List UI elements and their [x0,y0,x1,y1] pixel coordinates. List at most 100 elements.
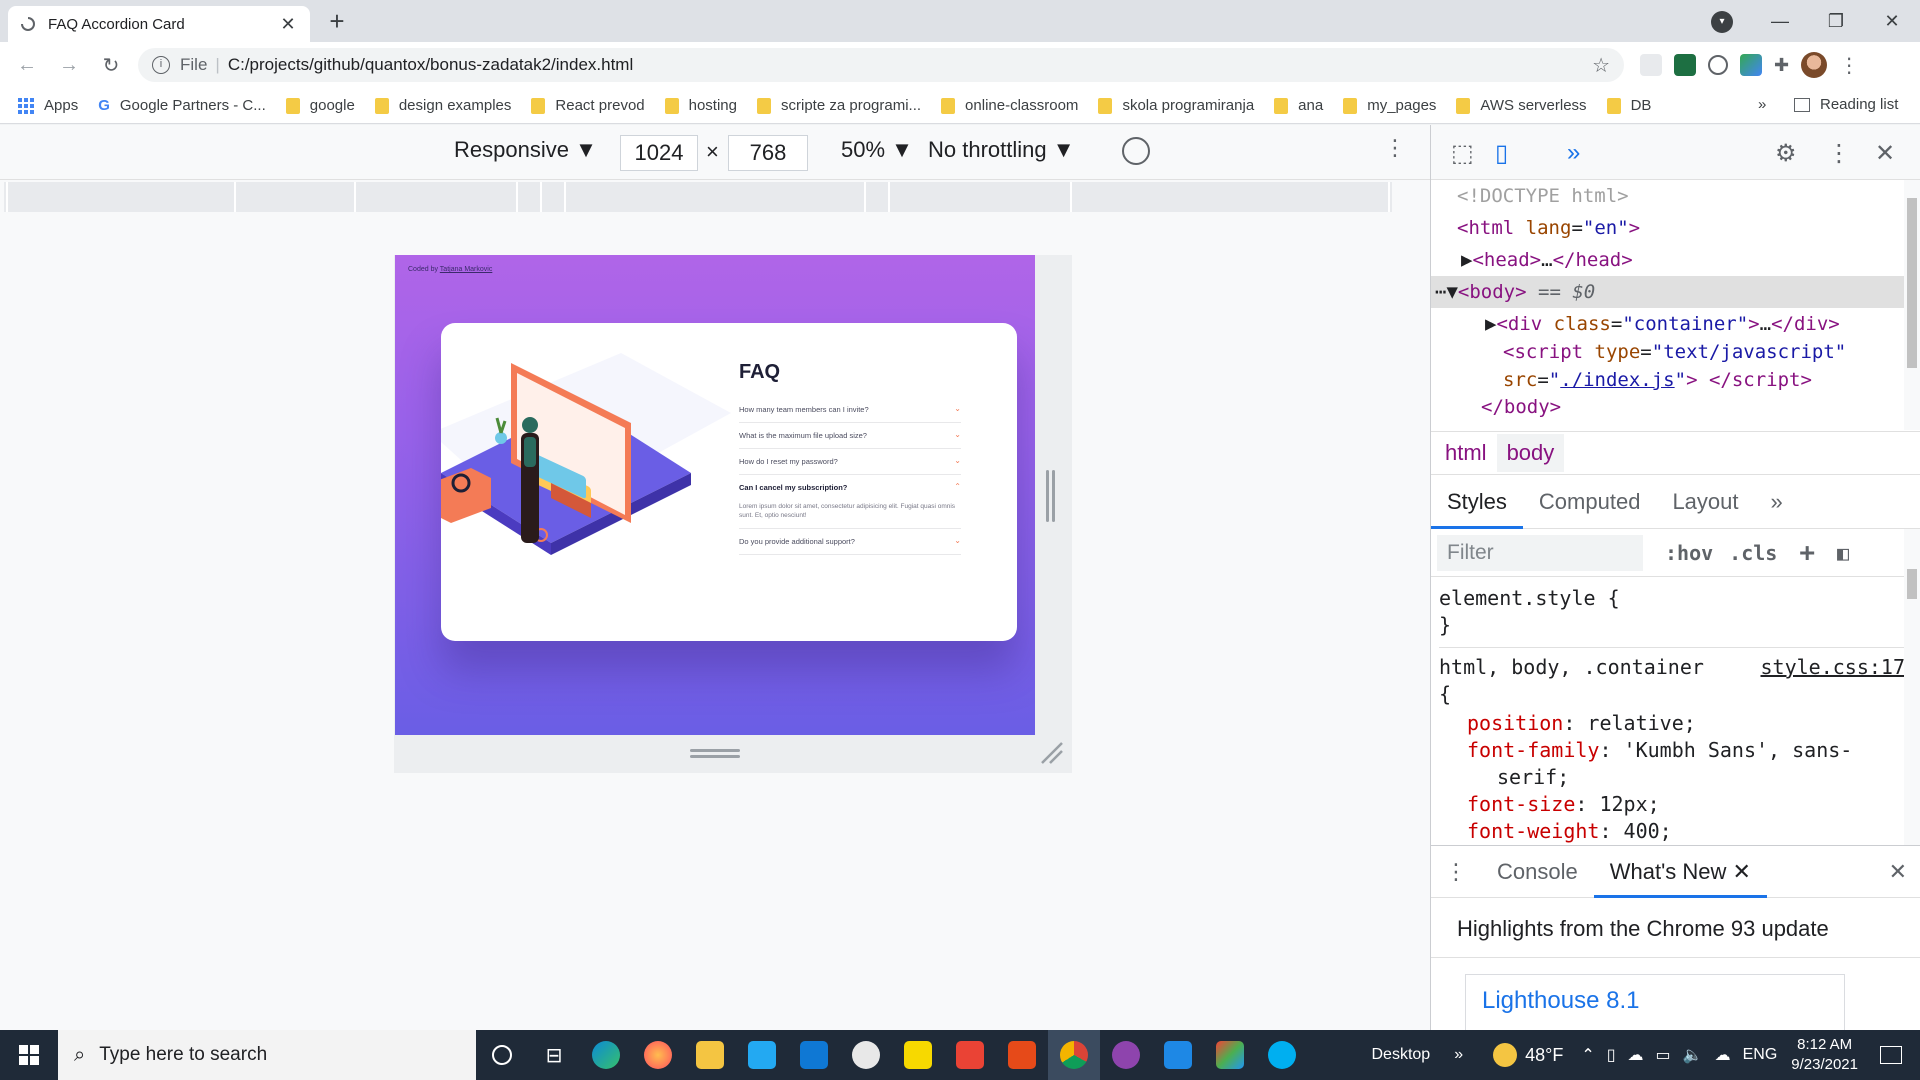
media-query-segment[interactable] [1070,182,1072,212]
faq-question[interactable]: Do you provide additional support? [739,537,961,546]
weather-icon[interactable] [1493,1043,1518,1067]
notifications-icon[interactable] [1880,1046,1902,1064]
device-toggle-icon[interactable]: ▯ [1495,139,1508,168]
chevron-down-icon[interactable]: ⌄ [954,536,961,545]
bookmark-folder[interactable]: ana [1274,97,1323,114]
battery-icon[interactable]: ▭ [1656,1045,1671,1065]
styles-filter-input[interactable]: Filter [1437,534,1643,571]
css-declaration[interactable]: font-size: 12px; [1439,791,1905,818]
language-indicator[interactable]: ENG [1743,1046,1778,1064]
forward-icon[interactable]: → [54,54,84,77]
breadcrumb-body[interactable]: body [1496,434,1565,472]
bookmarks-overflow-button[interactable]: » [1758,96,1766,113]
close-devtools-icon[interactable]: ✕ [1875,139,1895,168]
faq-item[interactable]: How do I reset my password? ⌄ [739,449,961,475]
photos-icon[interactable] [1152,1030,1204,1080]
hover-state-button[interactable]: :hov [1665,541,1713,565]
more-tabs-icon[interactable]: » [1755,475,1799,529]
width-input[interactable]: 1024 [620,135,698,171]
puzzle-icon[interactable]: ✚ [1774,55,1789,76]
restore-icon[interactable]: ❐ [1808,11,1864,32]
devtools-menu-icon[interactable]: ⋮ [1827,139,1851,168]
temperature[interactable]: 48°F [1525,1045,1563,1066]
tab-layout[interactable]: Layout [1656,475,1754,529]
task-view-icon[interactable]: ⊟ [528,1030,580,1080]
faq-question[interactable]: What is the maximum file upload size? [739,431,961,440]
vscode-icon[interactable] [736,1030,788,1080]
dom-node-body-selected[interactable]: ⋯▼<body> == $0 [1431,276,1905,308]
css-declaration[interactable]: position: relative; [1439,710,1905,737]
throttling-dropdown[interactable]: No throttling ▼ [928,137,1075,163]
rule-source-link[interactable]: style.css:17 [1761,654,1906,681]
paint-icon[interactable] [840,1030,892,1080]
zoom-dropdown[interactable]: 50% ▼ [841,137,913,163]
cortana-icon[interactable] [476,1030,528,1080]
rule-selector[interactable]: html, body, .container [1439,655,1704,679]
css-declaration[interactable]: font-family: 'Kumbh Sans', sans- [1439,737,1905,764]
new-tab-button[interactable]: + [322,6,352,36]
media-query-segment[interactable] [864,182,866,212]
faq-item[interactable]: Do you provide additional support? ⌄ [739,529,961,556]
resize-corner-icon[interactable] [1040,741,1064,765]
sticky-notes-icon[interactable] [892,1030,944,1080]
breadcrumb-html[interactable]: html [1445,434,1487,472]
onedrive-icon[interactable]: ☁ [1628,1045,1644,1065]
browser-tab[interactable]: FAQ Accordion Card ✕ [8,6,310,42]
minimize-icon[interactable]: — [1752,11,1808,32]
url-text[interactable]: C:/projects/github/quantox/bonus-zadatak… [228,55,1592,75]
class-toggle-button[interactable]: .cls [1729,541,1777,565]
element-style-rule[interactable]: element.style { [1439,585,1905,612]
bookmark-folder[interactable]: my_pages [1343,97,1436,114]
extension-icon[interactable] [1640,54,1662,76]
media-query-segment[interactable] [354,182,356,212]
gmail-icon[interactable] [944,1030,996,1080]
media-query-segment[interactable] [516,182,518,212]
volume-icon[interactable]: 🔈 [1683,1045,1703,1065]
drawer-menu-icon[interactable]: ⋮ [1431,859,1481,885]
bookmark-folder[interactable]: google [285,97,355,114]
faq-item[interactable]: How many team members can I invite? ⌄ [739,397,961,423]
bookmark-google-partners[interactable]: G Google Partners - C... [98,97,266,114]
toggle-sidebar-icon[interactable]: ◧ [1837,541,1849,565]
github-icon[interactable] [1100,1030,1152,1080]
overflow-chevron-icon[interactable]: » [1454,1046,1463,1064]
dom-node-doctype[interactable]: <!DOCTYPE html> [1431,180,1905,212]
bookmark-folder[interactable]: online-classroom [941,97,1078,114]
tray-up-icon[interactable]: ⌃ [1581,1045,1594,1065]
expand-triangle-icon[interactable]: ▶ [1485,313,1496,335]
dom-node-head[interactable]: ▶<head>…</head> [1431,244,1905,276]
info-icon[interactable]: i [152,56,170,74]
height-input[interactable]: 768 [728,135,808,171]
chrome-menu-icon[interactable]: ⋮ [1839,53,1859,78]
chevron-up-icon[interactable]: ⌃ [954,482,961,491]
tab-computed[interactable]: Computed [1523,475,1657,529]
more-panels-icon[interactable]: » [1567,139,1580,167]
reload-icon[interactable]: ↻ [96,53,126,78]
bookmark-star-icon[interactable]: ☆ [1592,53,1610,78]
bookmark-folder[interactable]: DB [1606,97,1651,114]
dom-node-script-src[interactable]: src="./index.js"> </script> [1431,365,1905,395]
firefox-icon[interactable] [632,1030,684,1080]
bookmark-folder[interactable]: design examples [374,97,511,114]
rotate-icon[interactable] [1116,131,1156,171]
dom-node-body-close[interactable]: </body> [1431,395,1905,419]
collapse-triangle-icon[interactable]: ▼ [1446,281,1457,303]
node-actions-icon[interactable]: ⋯ [1435,281,1446,303]
bookmark-folder[interactable]: hosting [664,97,737,114]
edge-icon[interactable] [580,1030,632,1080]
avatar[interactable] [1801,52,1828,78]
close-window-icon[interactable]: ✕ [1864,11,1920,32]
mail-icon[interactable] [788,1030,840,1080]
tab-styles[interactable]: Styles [1431,475,1523,529]
bookmark-apps[interactable]: Apps [18,97,78,114]
address-bar[interactable]: i File | C:/projects/github/quantox/bonu… [138,48,1624,82]
dom-node-script[interactable]: <script type="text/javascript" [1431,340,1905,365]
device-toolbar-menu-icon[interactable]: ⋮ [1384,135,1406,161]
expand-triangle-icon[interactable]: ▶ [1461,249,1472,271]
inspect-element-icon[interactable]: ⬚ [1451,139,1474,168]
device-mode-dropdown[interactable]: Responsive ▼ [454,137,597,163]
bookmark-folder[interactable]: skola programiranja [1098,97,1254,114]
file-explorer-icon[interactable] [684,1030,736,1080]
css-declaration[interactable]: font-weight: 400; [1439,818,1905,845]
faq-item[interactable]: What is the maximum file upload size? ⌄ [739,423,961,449]
